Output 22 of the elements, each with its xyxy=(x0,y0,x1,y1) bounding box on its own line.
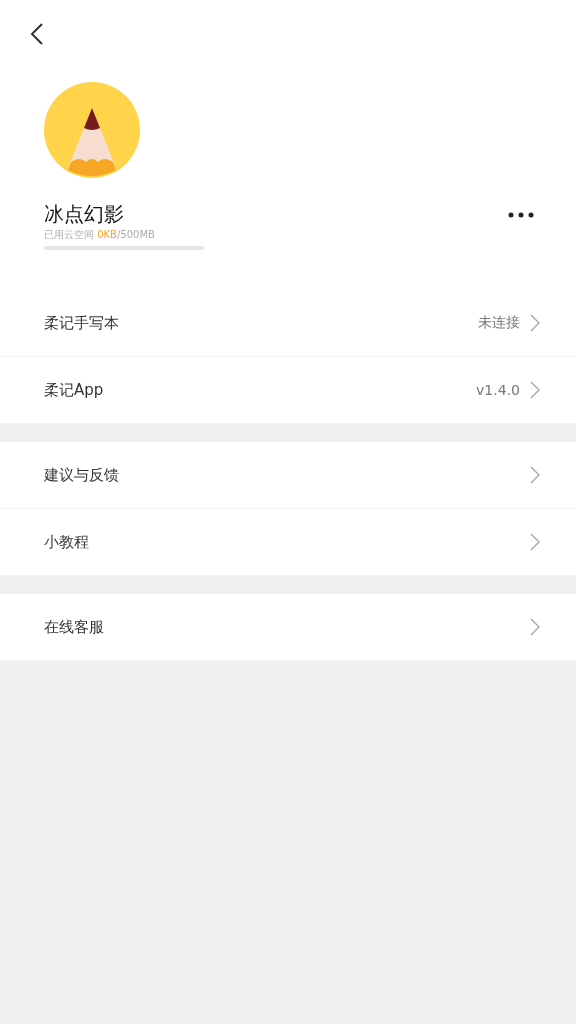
storage-usage-text: 已用云空间 0KB/500MB xyxy=(44,228,156,242)
chevron-right-icon xyxy=(530,533,540,551)
menu-item-label: 小教程 xyxy=(44,532,90,552)
menu-item[interactable]: 柔记App v1.4.0 xyxy=(0,357,576,424)
menu-item-value: v1.4.0 xyxy=(476,382,520,398)
chevron-right-icon xyxy=(530,618,540,636)
menu-item-value: 未连接 xyxy=(478,314,520,332)
chevron-right-icon xyxy=(530,314,540,332)
menu-item[interactable]: 建议与反馈 xyxy=(0,442,576,509)
menu-item-label: 建议与反馈 xyxy=(44,465,120,485)
menu-item[interactable]: 柔记手写本 未连接 xyxy=(0,290,576,357)
menu-item-label: 在线客服 xyxy=(44,617,105,637)
avatar-pencil-icon xyxy=(44,82,140,178)
more-icon[interactable] xyxy=(508,212,534,218)
menu-item-label: 柔记手写本 xyxy=(44,313,120,333)
menu-item[interactable]: 小教程 xyxy=(0,509,576,576)
back-icon[interactable] xyxy=(30,22,44,46)
menu-item-label: 柔记App xyxy=(44,380,105,400)
chevron-right-icon xyxy=(530,466,540,484)
user-name: 冰点幻影 xyxy=(44,201,125,228)
chevron-right-icon xyxy=(530,381,540,399)
menu-item[interactable]: 在线客服 xyxy=(0,594,576,661)
